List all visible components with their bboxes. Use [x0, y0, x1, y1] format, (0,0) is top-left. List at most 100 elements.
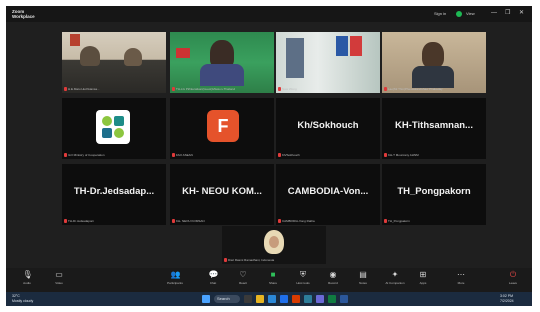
participant-tile[interactable]: CAMBODIA-Von... CAMBODIA-Vong Ratha — [276, 164, 380, 225]
video-button[interactable]: ▭ Video — [44, 270, 74, 290]
participant-tile[interactable]: Lao(Mr.Thin)Pheswalandshaw Phakaday — [382, 32, 486, 93]
excel-app-icon[interactable] — [328, 295, 336, 303]
participant-tile[interactable]: Diaz Rasmi Ramadhani, Indonesia — [222, 226, 326, 264]
muted-mic-icon — [224, 257, 227, 262]
participant-tile[interactable]: Naw Wong — [276, 32, 380, 93]
room-column — [286, 38, 304, 78]
video-label: Video — [55, 281, 63, 285]
leave-icon: ⏻ — [509, 270, 517, 279]
close-icon[interactable]: ✕ — [519, 10, 524, 17]
muted-mic-icon — [384, 218, 387, 223]
react-button[interactable]: ♡ React — [228, 270, 258, 290]
view-menu[interactable]: View — [466, 11, 475, 17]
muted-mic-icon — [64, 218, 67, 223]
speaker-head — [422, 42, 444, 68]
participant-caption: ILO Ministry of Cooperation — [64, 152, 105, 157]
participant-display-name: KH-Tithsamnan... — [395, 120, 473, 131]
sign-in-link[interactable]: Sign in — [434, 11, 446, 17]
office-app-icon[interactable] — [292, 295, 300, 303]
participant-tile[interactable]: Kh/Sokhouch Kh/Sokhouch — [276, 98, 380, 159]
speaker-body — [200, 64, 244, 86]
share-button[interactable]: ■ Share — [258, 270, 288, 290]
edge-browser-icon[interactable] — [268, 295, 276, 303]
taskbar-search[interactable]: Search — [214, 295, 240, 303]
windows-taskbar: 32°C Mostly cloudy Search 3:02 PM 7/2/20… — [6, 292, 532, 306]
participants-button[interactable]: 👥 Participants — [160, 270, 190, 290]
participant-name: Naw Wong — [282, 86, 297, 91]
ai-companion-button[interactable]: ✦ AI Companion — [380, 270, 410, 290]
participant-tile[interactable]: KH-Tithsamnan... KH-T Mounrany AHNM — [382, 98, 486, 159]
react-label: React — [239, 281, 247, 285]
participant-name: FAO ASEAN — [176, 152, 193, 157]
muted-mic-icon — [278, 152, 281, 157]
participant-tile[interactable]: TH-Dr.Jedsadap... TH-Dr.Jedsadaporn — [62, 164, 166, 225]
participant-name: H.E.Matu Huchkiansa... — [68, 86, 100, 91]
more-button[interactable]: ⋯ More — [446, 270, 476, 290]
participant-caption: FAO ASEAN — [172, 152, 193, 157]
zoom-app-icon[interactable] — [280, 295, 288, 303]
participant-display-name: CAMBODIA-Von... — [287, 186, 369, 197]
participant-tile[interactable]: F FAO ASEAN — [170, 98, 274, 159]
participant-tile[interactable]: TH-LG Pirlikeratkan(Guest)Mission-Thaila… — [170, 32, 274, 93]
muted-mic-icon — [384, 86, 387, 91]
participant-video-figure — [124, 48, 142, 66]
participant-name: TH-Dr.Jedsadaporn — [68, 218, 95, 223]
meeting-toolbar: 🎙 Audio ▭ Video 👥 Participants 💬 Chat ♡ React… — [6, 268, 532, 292]
host-tools-button[interactable]: ⛨ Host tools — [288, 270, 318, 290]
flag-icon — [336, 36, 348, 56]
participant-name: KH-T Mounrany AHNM — [388, 152, 419, 157]
participant-video-figure — [80, 46, 100, 66]
apps-button[interactable]: ⊞ Apps — [408, 270, 438, 290]
audio-button[interactable]: 🎙 Audio — [12, 270, 42, 290]
leave-button[interactable]: ⏻ Leave — [498, 270, 528, 290]
audio-label: Audio — [23, 281, 31, 285]
record-icon: ◉ — [329, 270, 337, 279]
fao-logo-icon: F — [207, 110, 239, 142]
notes-button[interactable]: ▤ Notes — [348, 270, 378, 290]
restore-icon[interactable]: ❐ — [505, 10, 510, 17]
start-menu-icon[interactable] — [202, 295, 210, 303]
participant-caption: Lao(Mr.Thin)Pheswalandshaw Phakaday — [384, 86, 443, 91]
participant-caption: H.E.Matu Huchkiansa... — [64, 86, 100, 91]
participant-caption: Diaz Rasmi Ramadhani, Indonesia — [224, 257, 274, 262]
flag-icon — [350, 36, 362, 56]
apps-label: Apps — [419, 281, 427, 285]
participant-tile[interactable]: KH- NEOU KOM... KH- NEOU KOMSAN — [170, 164, 274, 225]
participant-caption: TH-LG Pirlikeratkan(Guest)Mission-Thaila… — [172, 86, 235, 91]
share-screen-icon: ■ — [270, 270, 276, 279]
participant-tile[interactable]: TH_Pongpakorn TH_Pongpakorn — [382, 164, 486, 225]
participant-caption: Kh/Sokhouch — [278, 152, 300, 157]
teams-app-icon[interactable] — [316, 295, 324, 303]
shield-icon: ⛨ — [300, 270, 306, 279]
flag-icon — [70, 34, 80, 46]
microphone-icon: 🎙 — [22, 270, 33, 279]
participant-tile[interactable]: ILO Ministry of Cooperation — [62, 98, 166, 159]
participants-icon: 👥 — [170, 270, 181, 279]
participant-name: Lao(Mr.Thin)Pheswalandshaw Phakaday — [388, 86, 443, 91]
more-icon: ⋯ — [457, 270, 465, 279]
participant-name: ILO Ministry of Cooperation — [68, 152, 105, 157]
muted-mic-icon — [172, 218, 175, 223]
participant-name: TH_Pongpakorn — [388, 218, 410, 223]
heart-icon: ♡ — [239, 270, 247, 279]
gallery-view: H.E.Matu Huchkiansa... TH-LG Pirlikeratk… — [6, 22, 532, 268]
muted-mic-icon — [278, 218, 281, 223]
chat-label: Chat — [209, 281, 217, 285]
participant-display-name: Kh/Sokhouch — [297, 120, 359, 131]
clock-date: 7/2/2024 — [500, 299, 514, 303]
more-label: More — [457, 281, 465, 285]
task-view-icon[interactable] — [244, 295, 252, 303]
word-app-icon[interactable] — [340, 295, 348, 303]
minimize-icon[interactable]: — — [491, 10, 497, 17]
participant-caption: TH_Pongpakorn — [384, 218, 410, 223]
participant-tile[interactable]: H.E.Matu Huchkiansa... — [62, 32, 166, 93]
file-explorer-icon[interactable] — [256, 295, 264, 303]
record-button[interactable]: ◉ Record — [318, 270, 348, 290]
speaker-body — [412, 66, 454, 88]
security-shield-icon[interactable] — [456, 11, 462, 17]
mail-app-icon[interactable] — [304, 295, 312, 303]
participant-name: KH- NEOU KOMSAN — [176, 218, 205, 223]
participant-caption: TH-Dr.Jedsadaporn — [64, 218, 94, 223]
sparkle-icon: ✦ — [391, 270, 399, 279]
chat-button[interactable]: 💬 Chat — [198, 270, 228, 290]
